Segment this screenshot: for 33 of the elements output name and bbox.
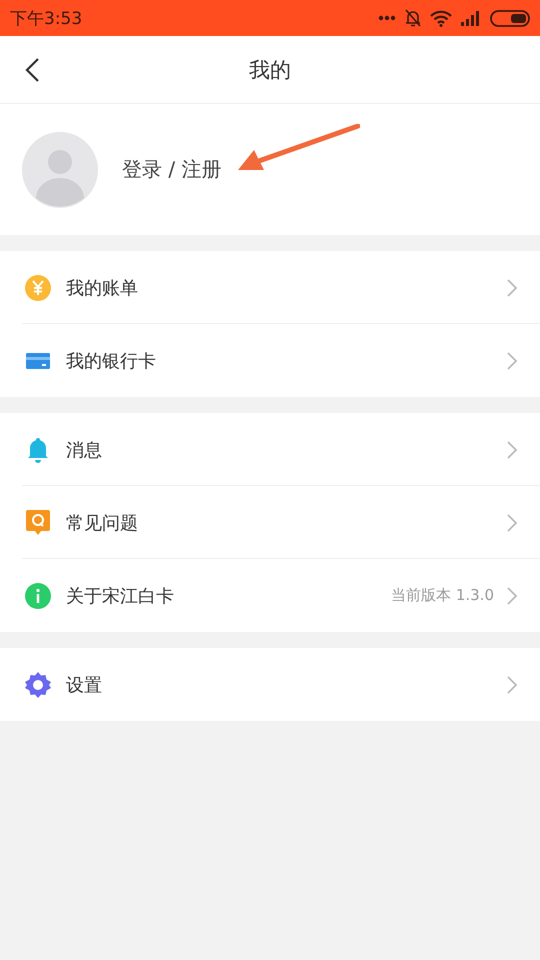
menu-label: 常见问题 <box>66 512 139 534</box>
yen-coin-icon <box>24 274 52 302</box>
login-register-link[interactable]: 登录 / 注册 <box>122 156 222 183</box>
menu-label: 我的银行卡 <box>66 350 157 372</box>
chevron-right-icon <box>506 586 518 606</box>
menu-label: 消息 <box>66 438 103 462</box>
menu-label: 我的账单 <box>66 276 139 300</box>
status-time: 下午3:53 <box>10 8 82 30</box>
page-title: 我的 <box>249 56 291 84</box>
menu-label: 设置 <box>66 674 103 696</box>
chevron-right-icon <box>506 674 518 694</box>
menu-item[interactable]: 消息 <box>0 413 540 486</box>
back-icon[interactable] <box>24 57 40 83</box>
version-text: 当前版本 1.3.0 <box>391 586 494 605</box>
menu-item[interactable]: 常见问题 <box>0 486 540 559</box>
chevron-right-icon <box>506 512 518 532</box>
wifi-icon <box>430 10 452 26</box>
menu-item[interactable]: 关于宋江白卡 当前版本 1.3.0 <box>0 559 540 632</box>
more-dots-icon <box>378 15 396 21</box>
question-bubble-icon <box>24 508 52 536</box>
menu-item[interactable]: 我的账单 <box>0 251 540 324</box>
signal-icon <box>460 10 482 26</box>
card-icon <box>24 350 52 370</box>
chevron-right-icon <box>506 440 518 460</box>
menu-label: 关于宋江白卡 <box>66 584 175 608</box>
gear-icon <box>24 670 52 698</box>
muted-bell-icon <box>404 8 422 28</box>
info-icon <box>24 582 52 610</box>
menu-item[interactable]: 我的银行卡 <box>0 324 540 397</box>
chevron-right-icon <box>506 350 518 370</box>
battery-icon <box>490 10 530 26</box>
menu-item[interactable]: 设置 <box>0 648 540 721</box>
chevron-right-icon <box>506 278 518 298</box>
